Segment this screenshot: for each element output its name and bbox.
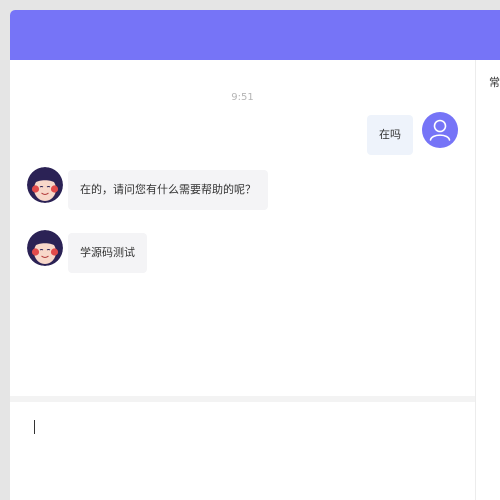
- agent-message-text: 在的，请问您有什么需要帮助的呢？: [80, 183, 256, 196]
- text-caret: [34, 420, 35, 434]
- side-panel-title: 常: [489, 76, 500, 89]
- agent-avatar: [27, 167, 63, 203]
- user-message-text: 在吗: [379, 128, 401, 141]
- message-timestamp: 9:51: [231, 92, 254, 103]
- agent-message-bubble: 学源码测试: [68, 233, 147, 273]
- agent-avatar: [27, 230, 63, 266]
- chat-header: [10, 10, 500, 60]
- agent-message-text: 学源码测试: [80, 246, 135, 259]
- side-panel: 常: [475, 60, 500, 500]
- user-avatar-icon: [422, 112, 458, 148]
- message-input[interactable]: [10, 402, 475, 500]
- chat-window: 9:51 在吗 在的，请问您有什么需要帮助的呢？ 学源码测试 常: [10, 10, 500, 500]
- user-message-bubble: 在吗: [367, 115, 413, 155]
- message-list[interactable]: 9:51 在吗 在的，请问您有什么需要帮助的呢？ 学源码测试: [10, 60, 475, 396]
- agent-message-bubble: 在的，请问您有什么需要帮助的呢？: [68, 170, 268, 210]
